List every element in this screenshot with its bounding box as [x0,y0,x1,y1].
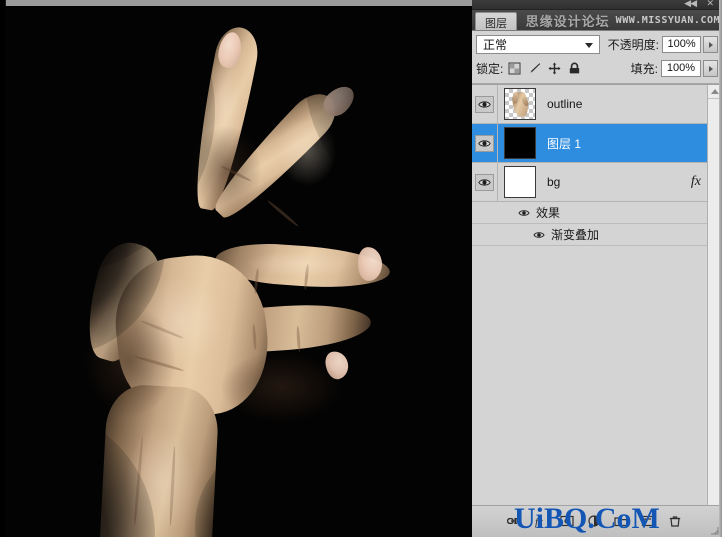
hand-nail-pinky [322,348,352,382]
canvas-area[interactable] [0,0,472,537]
layer-row-bg[interactable]: bg fx [472,163,722,202]
watermark-forum-url: WWW.MISSYUAN.COM [615,15,720,26]
layer-thumbnail[interactable] [504,127,536,159]
layer-list[interactable]: outline 图层 1 bg fx 效果 渐变叠加 [472,84,722,506]
watermark-forum-name: 思缘设计论坛 [525,14,610,29]
effect-visibility-toggle[interactable] [517,207,530,219]
collapse-panel-icon[interactable]: ◀◀ [684,0,697,9]
svg-text:fx: fx [535,516,543,528]
layer-name[interactable]: outline [547,97,582,111]
fill-label: 填充: [630,62,658,76]
new-layer-icon[interactable] [640,513,656,529]
effect-visibility-toggle[interactable] [532,229,545,241]
panel-tab-row: 图层 思缘设计论坛 WWW.MISSYUAN.COM [472,10,722,31]
opacity-slider-button[interactable] [703,36,718,53]
layer-row-layer1[interactable]: 图层 1 [472,124,722,163]
panel-title-bar: ◀◀ ✕ [472,0,722,10]
close-icon[interactable]: ✕ [706,0,714,9]
effects-row[interactable]: 效果 [472,202,722,224]
delete-layer-icon[interactable] [667,513,683,529]
blend-opacity-row: 正常 不透明度: 100% [476,34,718,55]
hand-image [5,6,472,537]
hand-crease [266,199,300,228]
layer-visibility-toggle[interactable] [472,124,498,162]
add-layer-mask-icon[interactable] [559,513,575,529]
effect-row-gradient-overlay[interactable]: 渐变叠加 [472,224,722,246]
lock-fill-row: 锁定: 填充: 100% [476,58,718,79]
effect-name[interactable]: 效果 [536,204,560,221]
fx-icon[interactable]: fx [691,174,701,190]
lock-all-icon[interactable] [566,60,583,77]
add-layer-style-icon[interactable]: fx [532,513,548,529]
layer-name[interactable]: bg [547,175,560,189]
hand-wrist [98,383,220,537]
fill-group: 填充: 100% [623,60,718,77]
layer-name[interactable]: 图层 1 [547,135,581,152]
watermark-top: 思缘设计论坛 WWW.MISSYUAN.COM [526,11,720,30]
chevron-down-icon [584,43,593,48]
layers-panel: ◀◀ ✕ 图层 思缘设计论坛 WWW.MISSYUAN.COM 正常 不透明度:… [472,0,722,537]
lock-image-pixels-icon[interactable] [526,60,543,77]
tab-layers[interactable]: 图层 [475,12,517,30]
fill-input[interactable]: 100% [661,60,701,77]
canvas-vignette [195,426,435,537]
lock-transparency-icon[interactable] [506,60,523,77]
layer-visibility-toggle[interactable] [472,163,498,201]
layer-controls: 正常 不透明度: 100% 锁定: 填充: 100% [472,31,722,84]
thumbnail-hand-art [511,91,530,118]
link-layers-icon[interactable] [505,513,521,529]
layers-panel-toolbar: fx UiBQ.CoM [472,502,722,537]
blend-mode-value: 正常 [483,38,508,52]
eye-icon [475,173,494,191]
fill-slider-button[interactable] [703,60,718,77]
layer-thumbnail[interactable] [504,88,536,120]
opacity-label: 不透明度: [607,38,659,52]
blend-mode-select[interactable]: 正常 [476,35,600,54]
opacity-input[interactable]: 100% [661,36,702,53]
eye-icon [475,134,494,152]
lock-label: 锁定: [476,62,504,76]
toolbar-icon-group: fx [505,513,683,529]
new-group-icon[interactable] [613,513,629,529]
lock-position-icon[interactable] [546,60,563,77]
layer-visibility-toggle[interactable] [472,85,498,123]
new-adjustment-layer-icon[interactable] [586,513,602,529]
effect-name[interactable]: 渐变叠加 [551,226,599,243]
canvas-vignette [5,6,215,276]
layer-row-outline[interactable]: outline [472,85,722,124]
photoshop-screenshot: ◀◀ ✕ 图层 思缘设计论坛 WWW.MISSYUAN.COM 正常 不透明度:… [0,0,722,537]
resize-grip-icon[interactable] [710,526,719,535]
layer-thumbnail[interactable] [504,166,536,198]
eye-icon [475,95,494,113]
